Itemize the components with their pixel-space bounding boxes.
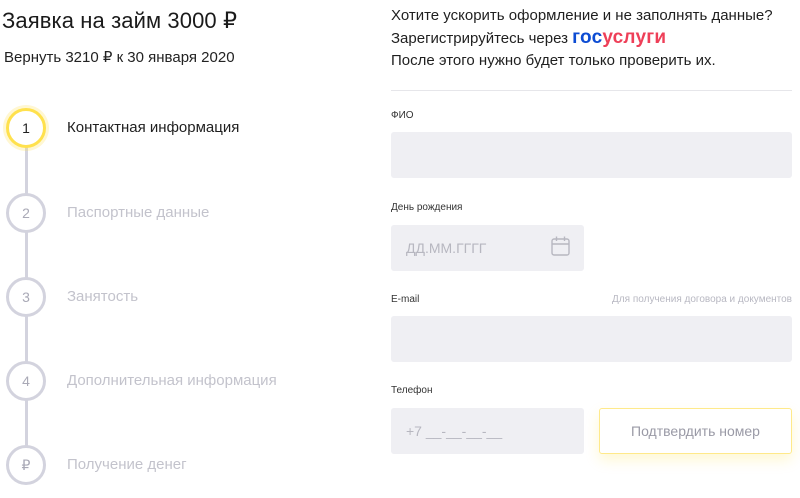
loan-repayment-subtitle: Вернуть 3210 ₽ к 30 января 2020 (4, 49, 235, 66)
email-label: E-mail (391, 294, 420, 305)
step-4-label[interactable]: Дополнительная информация (67, 372, 277, 389)
gosuslugi-promo-line3: После этого нужно будет только проверить… (391, 52, 716, 69)
step-1-circle[interactable]: 1 (6, 108, 46, 148)
step-5-ruble-circle[interactable]: ₽ (6, 445, 46, 485)
birthday-input[interactable]: ДД.ММ.ГГГГ (391, 225, 584, 271)
confirm-phone-button[interactable]: Подтвердить номер (599, 408, 792, 454)
ruble-icon: ₽ (21, 456, 31, 473)
calendar-icon[interactable] (551, 236, 570, 256)
step-2-label[interactable]: Паспортные данные (67, 204, 209, 221)
email-input[interactable] (391, 316, 792, 362)
step-5-label[interactable]: Получение денег (67, 456, 187, 473)
page-title: Заявка на займ 3000 ₽ (2, 8, 238, 33)
birthday-label: День рождения (391, 202, 463, 213)
step-2-circle[interactable]: 2 (6, 193, 46, 233)
steps-progress: 1 Контактная информация 2 Паспортные дан… (0, 100, 360, 498)
step-2-number: 2 (22, 205, 30, 221)
fio-input[interactable] (391, 132, 792, 178)
step-4-number: 4 (22, 373, 30, 389)
divider (391, 90, 792, 91)
step-3-label[interactable]: Занятость (67, 288, 138, 305)
phone-placeholder: +7 __-__-__-__ (406, 423, 503, 439)
step-3-number: 3 (22, 289, 30, 305)
step-1-number: 1 (22, 120, 30, 136)
gosuslugi-logo-link[interactable]: госуслуги (572, 27, 666, 48)
phone-label: Телефон (391, 385, 433, 396)
gosuslugi-promo-line2: Зарегистрируйтесь через госуслуги (391, 27, 796, 50)
birthday-placeholder: ДД.ММ.ГГГГ (406, 240, 487, 256)
step-1-label[interactable]: Контактная информация (67, 119, 239, 136)
gosuslugi-promo-line1: Хотите ускорить оформление и не заполнят… (391, 7, 773, 24)
gosuslugi-promo: Хотите ускорить оформление и не заполнят… (391, 5, 796, 72)
gosuslugi-logo-part1: гос (572, 27, 603, 48)
gosuslugi-logo-part2: услуги (602, 27, 667, 48)
fio-label: ФИО (391, 110, 414, 121)
email-hint: Для получения договора и документов (612, 294, 792, 305)
step-3-circle[interactable]: 3 (6, 277, 46, 317)
phone-input[interactable]: +7 __-__-__-__ (391, 408, 584, 454)
step-4-circle[interactable]: 4 (6, 361, 46, 401)
gosuslugi-promo-prefix: Зарегистрируйтесь через (391, 30, 568, 47)
